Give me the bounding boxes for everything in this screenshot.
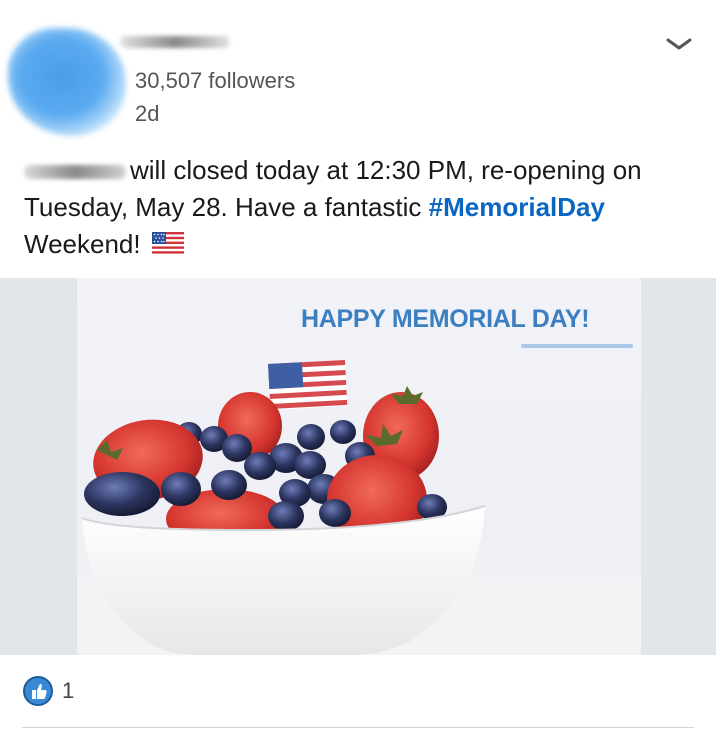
post-body: will closed today at 12:30 PM, re-openin… (24, 152, 704, 263)
post-header: 30,507 followers 2d (0, 0, 716, 150)
thumbs-up-icon[interactable] (22, 675, 54, 707)
author-name-redacted[interactable] (120, 36, 230, 48)
avatar[interactable] (8, 28, 126, 136)
hashtag-link[interactable]: #MemorialDay (429, 192, 605, 222)
fruit-bowl-illustration (77, 359, 641, 655)
post-media[interactable]: HAPPY MEMORIAL DAY! (0, 278, 716, 655)
post-text-line3: Weekend! (24, 229, 141, 259)
reaction-count[interactable]: 1 (62, 678, 74, 704)
post-text-line2: Tuesday, May 28. Have a fantastic (24, 192, 422, 222)
image-headline: HAPPY MEMORIAL DAY! (301, 305, 590, 333)
post-image[interactable]: HAPPY MEMORIAL DAY! (77, 278, 641, 655)
post-text-line1: will closed today at 12:30 PM, re-openin… (130, 155, 642, 185)
divider (22, 727, 694, 728)
headline-underline (521, 344, 633, 348)
chevron-down-icon[interactable] (664, 32, 694, 56)
us-flag-icon (151, 232, 184, 256)
company-name-redacted (24, 165, 126, 180)
post-timestamp: 2d (135, 101, 160, 126)
reactions-bar: 1 (22, 675, 74, 707)
follower-count: 30,507 followers (135, 68, 296, 93)
